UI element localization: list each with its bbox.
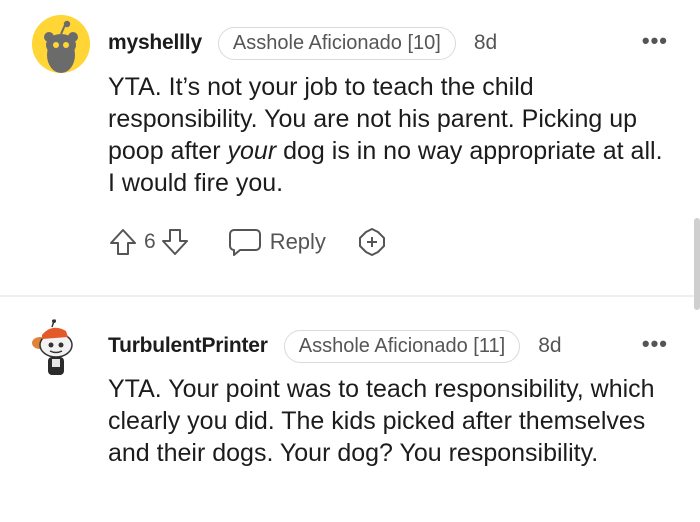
upvote-icon[interactable] — [108, 227, 138, 257]
snoo-avatar-icon — [32, 15, 90, 73]
comment-body: YTA. Your point was to teach responsibil… — [108, 375, 655, 467]
reply-bubble-icon — [228, 229, 261, 256]
downvote-icon[interactable] — [160, 227, 190, 257]
comment-body-emphasis: your — [227, 137, 277, 165]
comment-body: YTA. It’s not your job to teach the chil… — [108, 71, 668, 199]
vote-score: 6 — [144, 230, 156, 253]
snoo-avatar-icon — [32, 319, 73, 375]
user-flair: Asshole Aficionado [10] — [217, 26, 456, 60]
comment-age: 8d — [538, 334, 562, 357]
comment-actions: 6 Reply — [108, 226, 388, 258]
comment-header: TurbulentPrinter Asshole Aficionado [11]… — [108, 328, 562, 364]
reply-button[interactable]: Reply — [228, 227, 326, 257]
comment: myshellly Asshole Aficionado [10] 8d •••… — [0, 0, 700, 296]
avatar[interactable] — [32, 15, 90, 73]
reply-label: Reply — [269, 229, 326, 254]
comment-header: myshellly Asshole Aficionado [10] 8d — [108, 25, 497, 61]
user-flair: Asshole Aficionado [11] — [283, 329, 521, 363]
award-icon[interactable] — [356, 226, 388, 258]
username[interactable]: TurbulentPrinter — [108, 334, 268, 358]
more-options-icon[interactable]: ••• — [642, 331, 668, 357]
more-options-icon[interactable]: ••• — [642, 28, 668, 54]
comment-age: 8d — [473, 31, 498, 54]
username[interactable]: myshellly — [108, 31, 202, 55]
avatar[interactable] — [30, 319, 88, 377]
comment: TurbulentPrinter Asshole Aficionado [11]… — [0, 297, 700, 522]
